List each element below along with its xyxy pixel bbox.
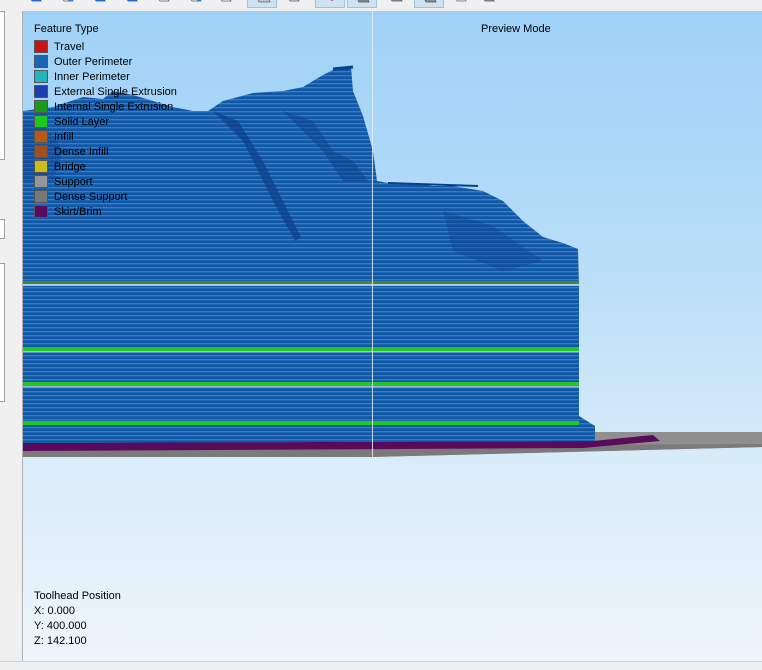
solid-layer-band	[23, 281, 579, 284]
legend-title: Feature Type	[34, 23, 99, 35]
left-panel-control[interactable]	[0, 11, 5, 160]
bed-view-icon[interactable]	[478, 0, 498, 8]
view-cube-icon-3[interactable]	[89, 0, 109, 8]
layer-view-icon[interactable]	[414, 0, 444, 8]
preview-mode-label: Preview Mode	[481, 23, 551, 35]
toolhead-x: X: 0.000	[34, 605, 75, 617]
toolhead-z: Z: 142.100	[34, 635, 87, 647]
show-model-icon[interactable]	[247, 0, 277, 8]
legend-swatch	[34, 55, 48, 68]
3d-preview-viewport[interactable]: Feature Type Travel Outer Perimeter Inne…	[22, 11, 762, 661]
legend-swatch	[34, 145, 48, 158]
view-cube-icon-7[interactable]	[215, 0, 235, 8]
view-toolbar	[0, 0, 762, 11]
legend-swatch	[34, 100, 48, 113]
legend-swatch	[34, 175, 48, 188]
toolhead-position: Toolhead Position X: 0.000 Y: 400.000 Z:…	[34, 589, 121, 649]
viewport-divider	[372, 11, 373, 459]
legend-swatch	[34, 205, 48, 218]
left-panel-control[interactable]	[0, 219, 5, 239]
view-cube-icon-4[interactable]	[121, 0, 141, 8]
view-cube-icon-1[interactable]	[25, 0, 45, 8]
wireframe-view-icon[interactable]	[381, 0, 411, 8]
legend-swatch	[34, 130, 48, 143]
left-panel-control[interactable]	[0, 263, 5, 402]
show-toolpath-icon[interactable]	[283, 0, 303, 8]
legend-swatch	[34, 190, 48, 203]
legend-swatch	[34, 40, 48, 53]
solid-layer-band	[23, 347, 579, 351]
view-cube-icon-6[interactable]	[185, 0, 205, 8]
solid-view-icon[interactable]	[347, 0, 377, 8]
solid-layer-band	[23, 421, 579, 425]
view-cube-icon-2[interactable]	[57, 0, 77, 8]
mesh-view-icon[interactable]	[450, 0, 470, 8]
toolhead-title: Toolhead Position	[34, 590, 121, 602]
legend-swatch	[34, 160, 48, 173]
left-panel-edge	[0, 11, 22, 661]
legend-swatch	[34, 115, 48, 128]
legend-swatch	[34, 85, 48, 98]
view-cube-icon-5[interactable]	[153, 0, 173, 8]
solid-layer-band	[23, 382, 579, 386]
travel-moves-icon[interactable]	[315, 0, 345, 8]
toolhead-y: Y: 400.000	[34, 620, 87, 632]
legend-swatch	[34, 70, 48, 83]
